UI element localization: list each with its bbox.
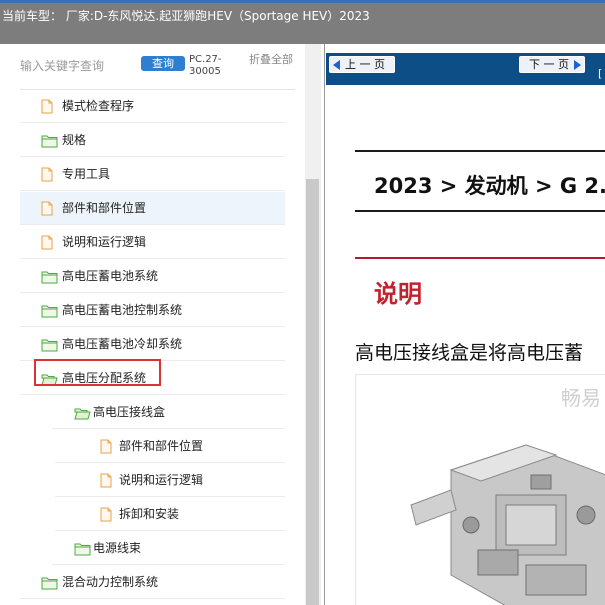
document-icon [100, 473, 112, 492]
tree-item-label: 部件和部件位置 [62, 201, 147, 215]
tree-item-label: 电源线束 [93, 541, 142, 555]
tree-item[interactable]: 高电压分配系统 [20, 359, 285, 395]
tree-item-label: 说明和运行逻辑 [119, 473, 204, 487]
tree-item[interactable]: 规格 [20, 124, 285, 157]
tree-item[interactable]: 高电压蓄电池系统 [20, 260, 285, 293]
folder-icon [41, 337, 58, 356]
arrow-right-icon [574, 60, 581, 70]
watermark-text: 畅易 [561, 386, 601, 410]
nav-extra-text: [ [598, 67, 603, 80]
next-page-label: 下 一 页 [529, 58, 569, 71]
breadcrumb-top-rule [355, 150, 605, 152]
folder-icon [41, 269, 58, 288]
tree-item[interactable]: 拆卸和安装 [55, 498, 285, 531]
tree-item[interactable]: 模式检查程序 [20, 90, 285, 123]
tree-item-label: 高电压蓄电池控制系统 [62, 303, 183, 317]
tree-item[interactable]: 高电压蓄电池控制系统 [20, 294, 285, 327]
content-pane: 上 一 页 下 一 页 [ 2023 > 发动机 > G 2. 说明 高电压接线… [326, 44, 605, 605]
document-icon [41, 201, 53, 220]
document-icon [41, 167, 53, 186]
tree-item[interactable]: 说明和运行逻辑 [20, 226, 285, 259]
breadcrumb-bottom-rule [355, 210, 605, 212]
prev-page-label: 上 一 页 [345, 58, 385, 71]
document-icon [41, 235, 53, 254]
tree-item[interactable]: 说明和运行逻辑 [55, 464, 285, 497]
arrow-left-icon [333, 60, 340, 70]
tree-item[interactable]: 部件和部件位置 [55, 430, 285, 463]
pc-code: PC.27-30005 [189, 54, 222, 77]
search-button[interactable]: 查询 [141, 56, 185, 71]
tree-item-label: 模式检查程序 [62, 99, 135, 113]
tree-item[interactable]: 电源线束 [52, 532, 285, 565]
section-title: 说明 [374, 280, 422, 308]
collapse-all-button[interactable]: 折叠全部 [249, 54, 293, 66]
component-figure: 畅易 [355, 374, 605, 605]
scrollbar-thumb[interactable] [306, 179, 319, 605]
tree-item-label: 部件和部件位置 [119, 439, 204, 453]
tree-item[interactable]: 混合动力控制系统 [20, 566, 285, 599]
folder-open-icon [74, 405, 91, 424]
folder-icon [41, 133, 58, 152]
document-icon [100, 507, 112, 526]
sidebar: 查询 PC.27-30005 折叠全部 模式检查程序规格专用工具部件和部件位置说… [0, 44, 325, 605]
tree-item-label: 高电压接线盒 [93, 405, 166, 419]
search-bar: 查询 PC.27-30005 折叠全部 [0, 44, 310, 88]
next-page-button[interactable]: 下 一 页 [519, 56, 585, 73]
breadcrumb: 2023 > 发动机 > G 2. [374, 174, 605, 198]
tree-item-label: 混合动力控制系统 [62, 575, 159, 589]
section-rule [355, 257, 605, 259]
document-icon [100, 439, 112, 458]
tree-item-label: 说明和运行逻辑 [62, 235, 147, 249]
tree-item-label: 高电压蓄电池冷却系统 [62, 337, 183, 351]
top-bar: 当前车型： 厂家:D-东风悦达.起亚狮跑HEV（Sportage HEV）202… [0, 0, 605, 44]
page-nav-bar: 上 一 页 下 一 页 [ [326, 53, 605, 85]
tree-item-label: 专用工具 [62, 167, 111, 181]
search-input[interactable] [20, 57, 138, 75]
selected-highlight-box [34, 359, 161, 386]
tree-item-label: 拆卸和安装 [119, 507, 180, 521]
junction-box-body [410, 444, 605, 605]
vehicle-info: 当前车型： 厂家:D-东风悦达.起亚狮跑HEV（Sportage HEV）202… [2, 9, 370, 23]
folder-icon [41, 303, 58, 322]
tree-item[interactable]: 专用工具 [20, 158, 285, 191]
document-icon [41, 99, 53, 118]
tree-item-label: 高电压蓄电池系统 [62, 269, 159, 283]
tree-item[interactable]: 高电压接线盒 [52, 396, 285, 429]
folder-icon [41, 575, 58, 594]
folder-icon [74, 541, 91, 560]
tree-item[interactable]: 部件和部件位置 [20, 192, 285, 225]
junction-box-illustration: 畅易 [410, 386, 605, 605]
prev-page-button[interactable]: 上 一 页 [329, 56, 395, 73]
tree-item-label: 规格 [62, 133, 87, 147]
tree-item[interactable]: 高电压蓄电池冷却系统 [20, 328, 285, 361]
description-text: 高电压接线盒是将高电压蓄 [355, 342, 584, 364]
